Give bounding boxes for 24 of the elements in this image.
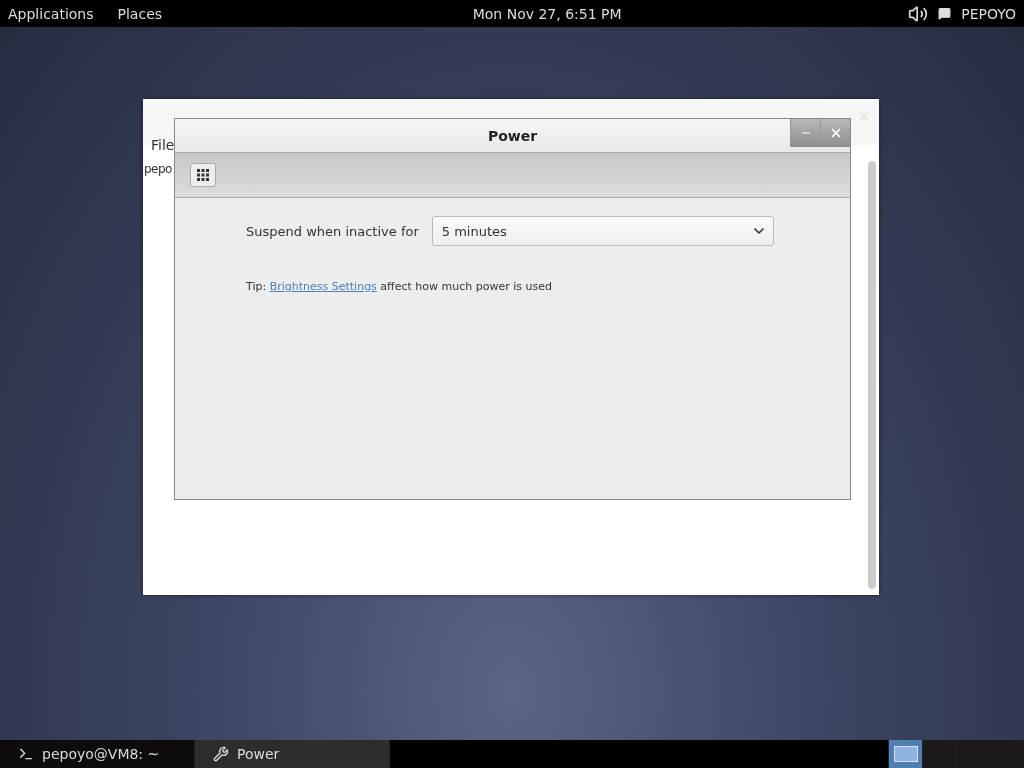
chat-icon[interactable]	[938, 7, 952, 20]
terminal-icon	[18, 746, 34, 762]
menu-item[interactable]: File	[151, 137, 175, 153]
scrollbar[interactable]	[868, 161, 876, 589]
window-title: Power	[487, 127, 538, 144]
clock[interactable]: Mon Nov 27, 6:51 PM	[186, 5, 909, 22]
all-settings-button[interactable]	[190, 163, 216, 187]
taskbar-item[interactable]: Power	[195, 740, 390, 768]
workspace-button[interactable]	[888, 740, 922, 768]
setting-label: Suspend when inactive for	[246, 223, 419, 239]
close-icon[interactable]	[857, 110, 871, 124]
taskbar-item[interactable]: pepoyo@VM8: ~	[0, 740, 195, 768]
terminal-text: pepo	[144, 162, 172, 176]
grid-icon	[197, 169, 209, 181]
suspend-dropdown[interactable]: 5 minutes	[431, 216, 774, 246]
top-menu[interactable]: Applications	[8, 5, 94, 22]
wrench-icon	[213, 746, 229, 762]
volume-icon[interactable]	[908, 3, 929, 24]
brightness-link[interactable]: Brightness Settings	[269, 280, 377, 293]
minimize-button[interactable]	[790, 119, 820, 147]
user-menu[interactable]: PEPOYO	[961, 5, 1016, 22]
top-menu[interactable]: Places	[117, 5, 163, 22]
tip-text: Tip: Brightness Settings affect how much power is used	[246, 280, 553, 293]
close-button[interactable]	[820, 119, 850, 147]
